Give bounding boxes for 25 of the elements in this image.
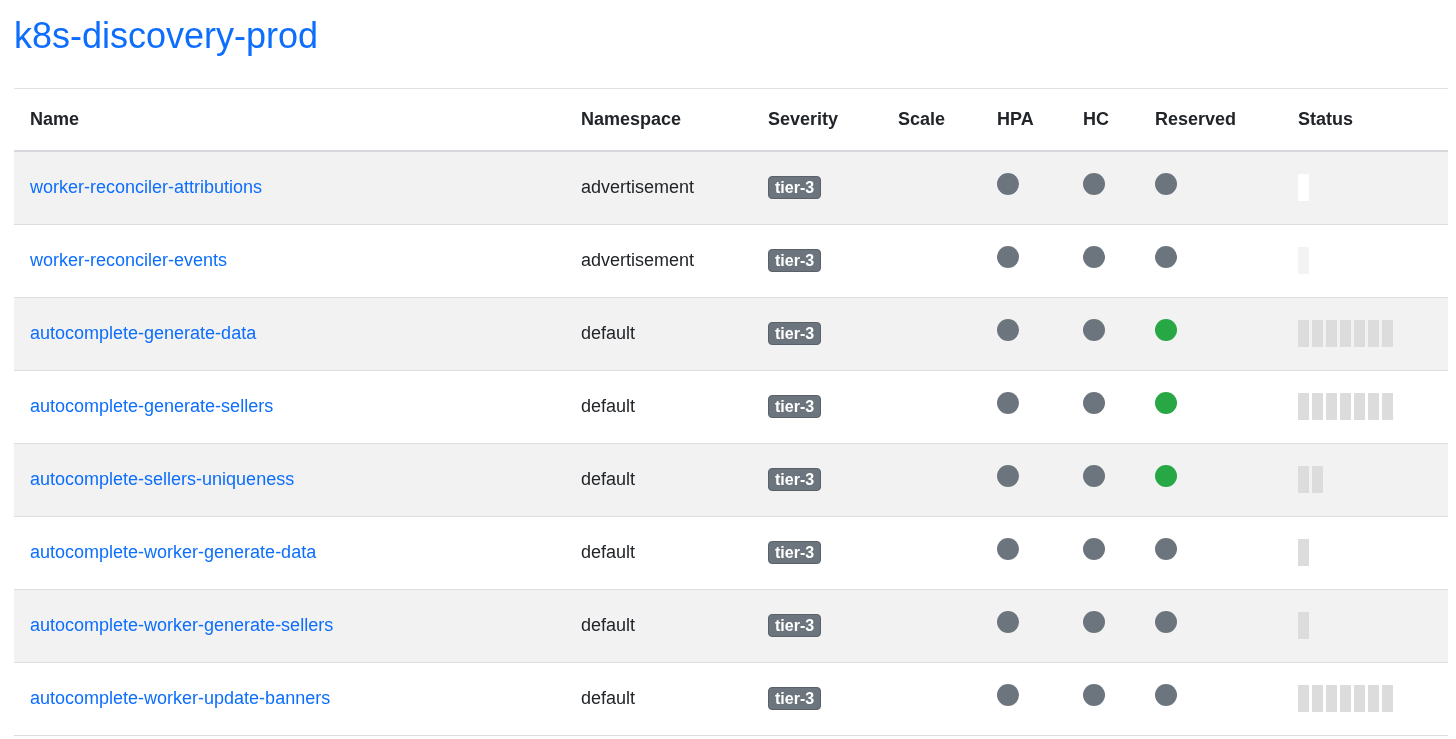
severity-badge: tier-3 [768, 249, 822, 272]
workload-link[interactable]: autocomplete-worker-generate-data [30, 542, 317, 563]
namespace-text: default [565, 662, 752, 736]
severity-badge: tier-3 [768, 687, 822, 710]
severity-badge: tier-3 [768, 176, 822, 199]
severity-badge: tier-3 [768, 395, 822, 418]
workload-link[interactable]: worker-reconciler-attributions [30, 177, 263, 198]
severity-badge: tier-3 [768, 468, 822, 491]
namespace-text: advertisement [565, 151, 752, 225]
namespace-text: default [565, 443, 752, 517]
namespace-text: default [565, 297, 752, 371]
severity-badge: tier-3 [768, 541, 822, 564]
workload-link[interactable]: worker-reconciler-events [30, 250, 228, 271]
workload-link[interactable]: autocomplete-worker-generate-sellers [30, 615, 334, 636]
page-title: k8s-discovery-prod [14, 16, 320, 56]
workload-link[interactable]: autocomplete-worker-update-banners [30, 688, 331, 709]
namespace-text: default [565, 589, 752, 663]
workload-link[interactable]: autocomplete-generate-sellers [30, 396, 274, 417]
workload-link[interactable]: autocomplete-generate-data [30, 323, 257, 344]
workload-link[interactable]: autocomplete-sellers-uniqueness [30, 469, 295, 490]
namespace-text: default [565, 516, 752, 590]
severity-badge: tier-3 [768, 614, 822, 637]
namespace-text: advertisement [565, 224, 752, 298]
severity-badge: tier-3 [768, 322, 822, 345]
namespace-text: default [565, 370, 752, 444]
